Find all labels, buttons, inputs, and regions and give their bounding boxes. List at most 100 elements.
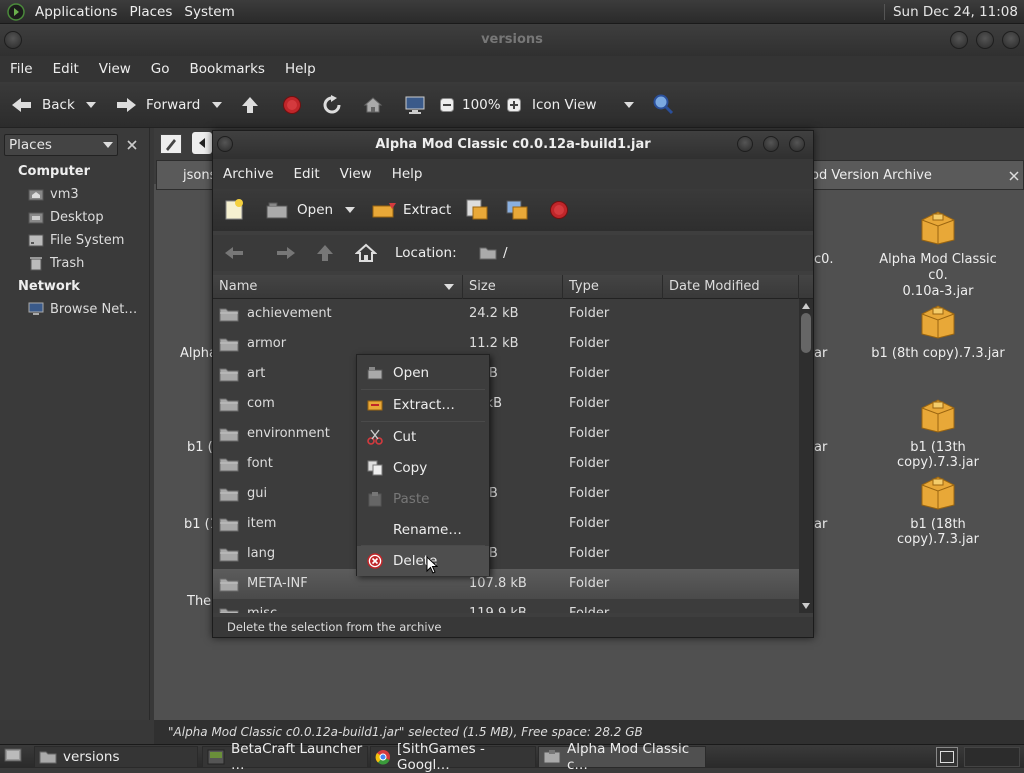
vertical-scrollbar[interactable]: [799, 299, 813, 613]
add-folder-button[interactable]: [505, 197, 529, 221]
taskbar-item-versions[interactable]: versions: [34, 746, 198, 768]
menu-item-copy[interactable]: Copy: [357, 453, 489, 483]
places-menu[interactable]: Places: [126, 4, 175, 20]
workspace-1[interactable]: [940, 751, 954, 763]
file-item-jar[interactable]: b1 (13th copy).7.3.jar: [868, 394, 1008, 470]
menu-archive[interactable]: Archive: [213, 166, 284, 182]
menu-item-rename[interactable]: Rename…: [357, 515, 489, 545]
sidebar-type-combo[interactable]: Places: [4, 134, 118, 156]
menu-bookmarks[interactable]: Bookmarks: [180, 61, 275, 77]
clock[interactable]: Sun Dec 24, 11:08: [883, 4, 1018, 20]
zoom-out-button[interactable]: [440, 93, 454, 117]
table-row[interactable]: itemkBFolder: [213, 509, 799, 539]
home-button[interactable]: [363, 93, 383, 117]
table-row[interactable]: misc 119.9 kB Folder: [213, 599, 799, 613]
home-button[interactable]: [355, 241, 377, 265]
workspace-switcher[interactable]: [936, 747, 958, 767]
window-menu-button[interactable]: [217, 136, 233, 152]
file-item-jar[interactable]: Alpha Mod Classic c0. 0.10a-3.jar: [868, 206, 1008, 300]
view-mode-combo[interactable]: Icon View: [532, 93, 636, 117]
menu-edit[interactable]: Edit: [43, 61, 89, 77]
table-row[interactable]: META-INF 107.8 kB Folder: [213, 569, 799, 599]
forward-button[interactable]: Forward: [114, 93, 200, 117]
tab-version-archive[interactable]: od Version Archive: [810, 160, 1024, 190]
column-header-type[interactable]: Type: [563, 275, 663, 299]
menu-file[interactable]: File: [0, 61, 43, 77]
menu-view[interactable]: View: [89, 61, 141, 77]
file-label-partial[interactable]: ar: [814, 346, 827, 361]
show-desktop-button[interactable]: [4, 748, 22, 764]
maximize-button[interactable]: [763, 136, 779, 152]
taskbar-item-archive-manager[interactable]: Alpha Mod Classic c…: [538, 741, 706, 773]
zoom-level[interactable]: 100%: [462, 93, 501, 117]
back-history-dropdown[interactable]: [86, 93, 96, 117]
table-row[interactable]: environmentkBFolder: [213, 419, 799, 449]
close-button[interactable]: [1002, 31, 1020, 49]
taskbar-item-browser[interactable]: [SithGames - Googl…: [370, 741, 536, 773]
new-archive-button[interactable]: [223, 198, 245, 222]
path-scroll-left-button[interactable]: [192, 132, 212, 154]
up-button[interactable]: [315, 241, 335, 265]
file-label-partial[interactable]: ar: [814, 440, 827, 455]
minimize-button[interactable]: [950, 31, 968, 49]
reload-button[interactable]: [322, 93, 342, 117]
minimize-button[interactable]: [737, 136, 753, 152]
table-row[interactable]: art0 kBFolder: [213, 359, 799, 389]
table-row[interactable]: gui4 kBFolder: [213, 479, 799, 509]
close-button[interactable]: [789, 136, 805, 152]
maximize-button[interactable]: [976, 31, 994, 49]
table-row[interactable]: fontkBFolder: [213, 449, 799, 479]
menu-edit[interactable]: Edit: [284, 166, 330, 182]
column-header-date-modified[interactable]: Date Modified: [663, 275, 799, 299]
menu-item-extract[interactable]: Extract…: [357, 390, 489, 420]
back-button[interactable]: [223, 241, 245, 265]
file-label-partial[interactable]: b1 (: [187, 440, 213, 455]
file-item-jar[interactable]: b1 (8th copy).7.3.jar: [868, 300, 1008, 361]
table-row[interactable]: com.6 kBFolder: [213, 389, 799, 419]
scrollbar-thumb[interactable]: [801, 313, 811, 353]
add-files-button[interactable]: [465, 197, 489, 221]
up-button[interactable]: [240, 93, 260, 117]
sidebar-item-vm3[interactable]: vm3: [28, 186, 79, 202]
open-button[interactable]: Open: [265, 198, 333, 222]
workspace-2[interactable]: [964, 747, 1020, 767]
table-row[interactable]: achievement 24.2 kB Folder: [213, 299, 799, 329]
computer-button[interactable]: [404, 93, 426, 117]
system-menu[interactable]: System: [181, 4, 237, 20]
applications-menu[interactable]: Applications: [32, 4, 120, 20]
menu-go[interactable]: Go: [141, 61, 180, 77]
sidebar-item-browse-network[interactable]: Browse Net…: [28, 301, 137, 317]
tab-jsons[interactable]: jsons: [156, 160, 216, 190]
sidebar-close-button[interactable]: [122, 135, 142, 155]
extract-button[interactable]: Extract: [371, 198, 451, 222]
menu-help[interactable]: Help: [275, 61, 326, 77]
file-label-partial[interactable]: The: [187, 594, 211, 609]
search-button[interactable]: [652, 92, 674, 116]
location-edit-toggle[interactable]: [160, 134, 182, 154]
column-header-size[interactable]: Size: [463, 275, 563, 299]
file-item-jar[interactable]: b1 (18th copy).7.3.jar: [868, 471, 1008, 547]
taskbar-item-betacraft[interactable]: BetaCraft Launcher …: [202, 741, 368, 773]
menu-help[interactable]: Help: [382, 166, 433, 182]
sidebar-item-file-system[interactable]: File System: [28, 232, 124, 248]
scroll-up-arrow-icon[interactable]: [802, 303, 810, 309]
gnome-foot-icon[interactable]: [6, 2, 26, 22]
table-row[interactable]: armor 11.2 kB Folder: [213, 329, 799, 359]
sidebar-item-trash[interactable]: Trash: [28, 255, 84, 271]
file-label-partial[interactable]: ar: [814, 517, 827, 532]
tab-close-icon[interactable]: [1009, 171, 1019, 181]
table-row[interactable]: lang7 kBFolder: [213, 539, 799, 569]
sidebar-item-desktop[interactable]: Desktop: [28, 209, 104, 225]
column-header-name[interactable]: Name: [213, 275, 463, 299]
file-label-partial[interactable]: c0.: [814, 252, 834, 267]
menu-item-delete[interactable]: Delete: [357, 546, 489, 576]
forward-history-dropdown[interactable]: [212, 93, 222, 117]
open-dropdown[interactable]: [345, 198, 355, 222]
stop-button[interactable]: [282, 93, 302, 117]
menu-item-open[interactable]: Open: [357, 358, 489, 388]
zoom-in-button[interactable]: [507, 93, 521, 117]
forward-button[interactable]: [275, 241, 297, 265]
menu-view[interactable]: View: [330, 166, 382, 182]
scroll-down-arrow-icon[interactable]: [802, 603, 810, 609]
back-button[interactable]: Back: [10, 93, 75, 117]
